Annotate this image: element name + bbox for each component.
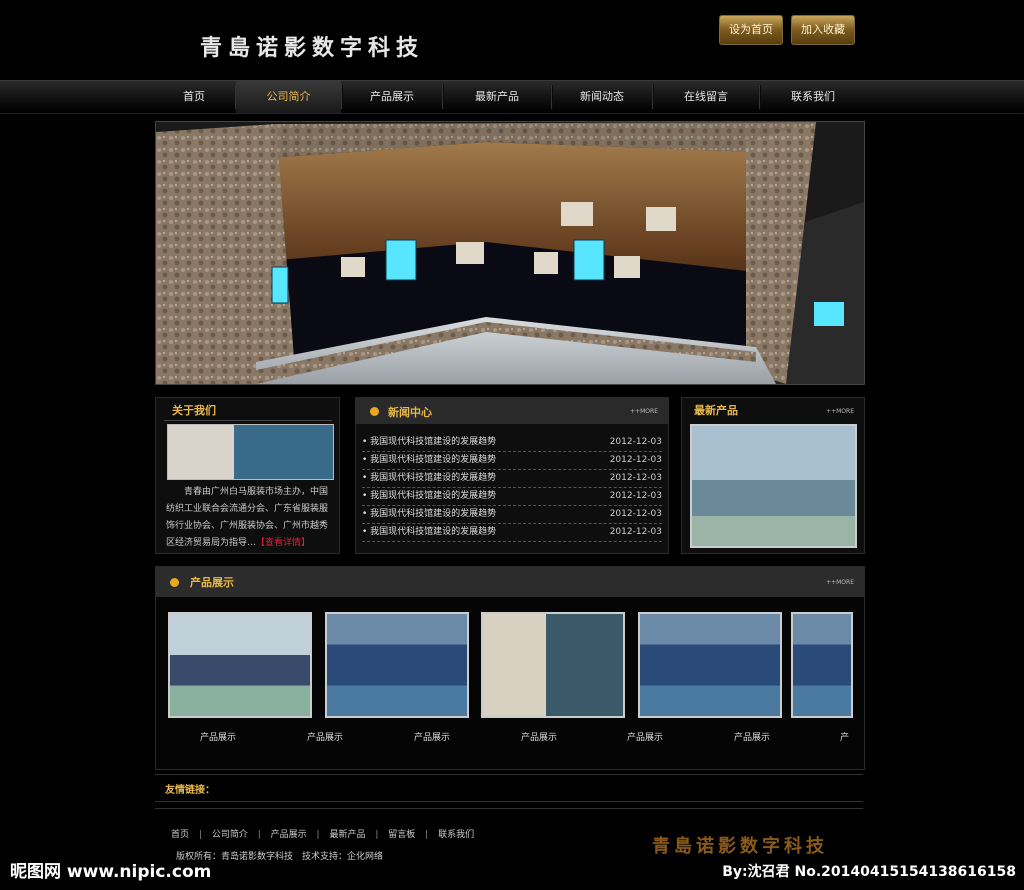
news-date: 2012-12-03 — [609, 437, 662, 447]
footer-logo: 青島诺影数字科技 — [652, 836, 828, 857]
product-caption[interactable]: 产品展示 — [200, 730, 236, 743]
news-row[interactable]: • 我国现代科技馆建设的发展趋势 2012-12-03 — [362, 506, 662, 524]
footer-link-about[interactable]: 公司简介 — [212, 830, 248, 840]
news-title-text[interactable]: • 我国现代科技馆建设的发展趋势 — [362, 434, 496, 451]
footer-divider: | — [198, 830, 202, 840]
footer-link-guestbook[interactable]: 留言板 — [388, 830, 415, 840]
add-favorite-button[interactable]: 加入收藏 — [791, 15, 855, 45]
products-title: 产品展示 — [190, 576, 234, 589]
watermark-left: 昵图网 www.nipic.com — [10, 862, 212, 882]
footer-divider: | — [425, 830, 429, 840]
news-row[interactable]: • 我国现代科技馆建设的发展趋势 2012-12-03 — [362, 488, 662, 506]
about-text: 青春由广州白马服装市场主办，中国纺织工业联合会流通分会、广东省服装服饰行业协会、… — [166, 484, 332, 552]
about-more-link[interactable]: 【查看详情】 — [256, 538, 310, 548]
product-thumb[interactable] — [481, 612, 625, 718]
news-title-text[interactable]: • 我国现代科技馆建设的发展趋势 — [362, 506, 496, 523]
footer-link-contact[interactable]: 联系我们 — [438, 830, 474, 840]
latest-title: 最新产品 — [694, 404, 738, 417]
nav-item-guestbook[interactable]: 在线留言 — [653, 81, 759, 113]
news-row[interactable]: • 我国现代科技馆建设的发展趋势 2012-12-03 — [362, 452, 662, 470]
product-caption[interactable]: 产 — [840, 730, 849, 743]
footer-link-products[interactable]: 产品展示 — [271, 830, 307, 840]
footer-divider: | — [375, 830, 379, 840]
news-list: • 我国现代科技馆建设的发展趋势 2012-12-03 • 我国现代科技馆建设的发… — [362, 434, 662, 542]
friend-links-bar: 友情链接： — [155, 774, 863, 802]
product-showcase: 产品展示 ++MORE 产品展示 产品展示 产品展示 产品展示 产品展示 产品展… — [155, 566, 865, 770]
footer-divider: | — [316, 830, 320, 840]
news-title-text[interactable]: • 我国现代科技馆建设的发展趋势 — [362, 488, 496, 505]
products-more-link[interactable]: ++MORE — [826, 579, 854, 586]
product-thumb[interactable] — [791, 612, 853, 718]
set-homepage-button[interactable]: 设为首页 — [719, 15, 783, 45]
news-row[interactable]: • 我国现代科技馆建设的发展趋势 2012-12-03 — [362, 470, 662, 488]
news-date: 2012-12-03 — [609, 527, 662, 537]
news-date: 2012-12-03 — [609, 455, 662, 465]
latest-more-link[interactable]: ++MORE — [826, 408, 854, 415]
nav-item-contact[interactable]: 联系我们 — [760, 81, 866, 113]
product-thumb[interactable] — [638, 612, 782, 718]
nav-item-new-products[interactable]: 最新产品 — [443, 81, 551, 113]
main-nav: 首页 公司简介 产品展示 最新产品 新闻动态 在线留言 联系我们 — [0, 80, 1024, 114]
product-caption[interactable]: 产品展示 — [627, 730, 663, 743]
latest-product-image[interactable] — [690, 424, 857, 548]
footer-links: 首页 | 公司简介 | 产品展示 | 最新产品 | 留言板 | 联系我们 — [171, 827, 474, 840]
banner-image — [155, 121, 865, 385]
nav-item-products[interactable]: 产品展示 — [342, 81, 442, 113]
watermark-right: By:沈召君 No.20140415154138616158 — [722, 864, 1016, 880]
about-image[interactable] — [167, 424, 334, 480]
news-row[interactable]: • 我国现代科技馆建设的发展趋势 2012-12-03 — [362, 524, 662, 542]
nav-item-home[interactable]: 首页 — [153, 81, 235, 113]
news-title-text[interactable]: • 我国现代科技馆建设的发展趋势 — [362, 452, 496, 469]
site-logo[interactable]: 青島诺影数字科技 — [200, 30, 424, 62]
news-panel: 新闻中心 ++MORE • 我国现代科技馆建设的发展趋势 2012-12-03 •… — [355, 397, 669, 554]
nav-item-news[interactable]: 新闻动态 — [552, 81, 652, 113]
news-more-link[interactable]: ++MORE — [630, 408, 658, 415]
about-title-rule — [164, 420, 332, 421]
news-row[interactable]: • 我国现代科技馆建设的发展趋势 2012-12-03 — [362, 434, 662, 452]
news-date: 2012-12-03 — [609, 509, 662, 519]
bullet-icon — [370, 407, 379, 416]
latest-products-panel: 最新产品 ++MORE — [681, 397, 865, 554]
product-caption[interactable]: 产品展示 — [307, 730, 343, 743]
news-title-text[interactable]: • 我国现代科技馆建设的发展趋势 — [362, 470, 496, 487]
product-thumb[interactable] — [325, 612, 469, 718]
footer-link-home[interactable]: 首页 — [171, 830, 189, 840]
nav-item-about[interactable]: 公司简介 — [236, 81, 341, 113]
news-date: 2012-12-03 — [609, 473, 662, 483]
footer-divider: | — [257, 830, 261, 840]
friend-links-title: 友情链接： — [165, 785, 215, 796]
product-thumb[interactable] — [168, 612, 312, 718]
bullet-icon — [170, 578, 179, 587]
product-caption[interactable]: 产品展示 — [734, 730, 770, 743]
product-caption[interactable]: 产品展示 — [414, 730, 450, 743]
footer-link-new-products[interactable]: 最新产品 — [329, 830, 365, 840]
product-caption[interactable]: 产品展示 — [521, 730, 557, 743]
news-date: 2012-12-03 — [609, 491, 662, 501]
news-title: 新闻中心 — [388, 406, 432, 419]
header: 青島诺影数字科技 设为首页 加入收藏 — [0, 0, 1024, 80]
about-panel: 关于我们 青春由广州白马服装市场主办，中国纺织工业联合会流通分会、广东省服装服饰… — [155, 397, 340, 554]
news-title-text[interactable]: • 我国现代科技馆建设的发展趋势 — [362, 524, 496, 541]
